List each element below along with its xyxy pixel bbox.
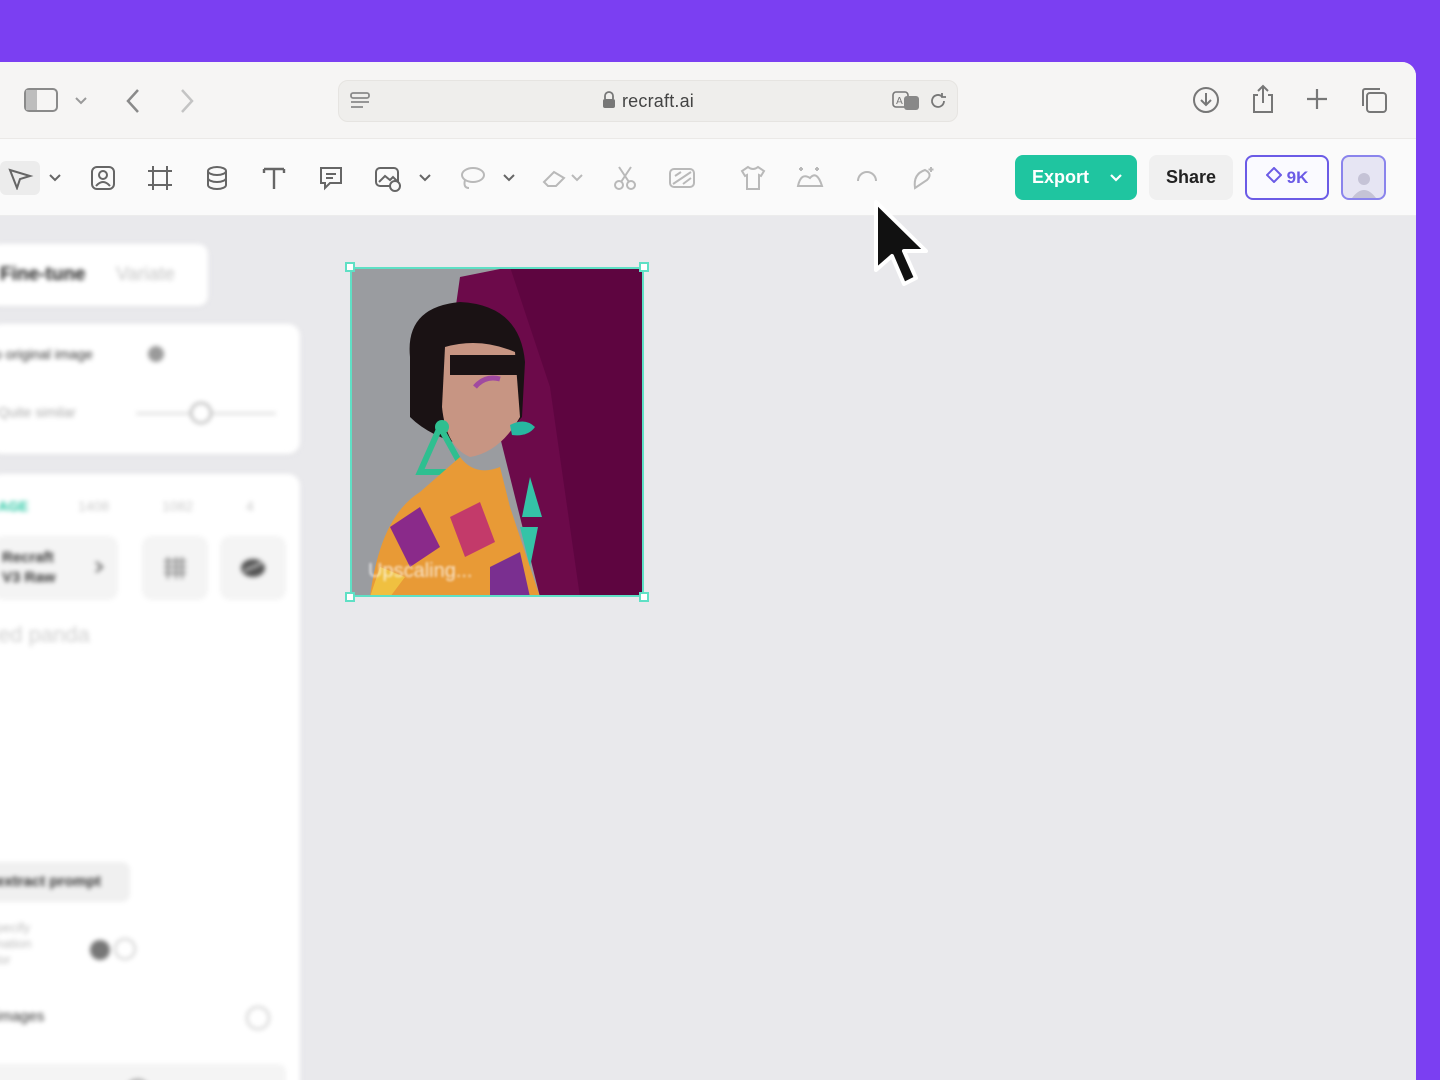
slider-handle[interactable] <box>190 402 212 424</box>
info-icon <box>148 346 164 362</box>
browser-bar: recraft.ai A <box>0 62 1416 139</box>
resize-handle-bl[interactable] <box>345 592 355 602</box>
portrait-image <box>352 269 642 595</box>
color-swatch-dark[interactable] <box>90 940 110 960</box>
upscaling-status: Upscaling... <box>368 560 473 582</box>
settings-card: AGE 1408 1082 4 Recraft V3 Raw ed panda … <box>0 474 300 1080</box>
credits-button[interactable]: 9K <box>1245 155 1329 200</box>
color-swatch-add[interactable] <box>114 938 136 960</box>
download-icon[interactable] <box>1190 84 1222 116</box>
chevron-down-icon[interactable] <box>568 161 586 195</box>
resize-handle-br[interactable] <box>639 592 649 602</box>
layers-tool-icon[interactable] <box>200 161 234 195</box>
image-generate-icon[interactable] <box>86 161 120 195</box>
reload-icon[interactable] <box>927 90 949 112</box>
comment-tool-icon[interactable] <box>314 161 348 195</box>
size-width: 1408 <box>78 498 110 514</box>
prompt-text[interactable]: ed panda <box>0 622 90 648</box>
style-thumb-1[interactable] <box>142 536 208 600</box>
chevron-right-icon <box>94 560 104 579</box>
share-button[interactable]: Share <box>1149 155 1233 200</box>
images-toggle[interactable] <box>246 1006 270 1030</box>
size-height: 1082 <box>162 498 194 514</box>
credits-label: 9K <box>1286 167 1309 187</box>
model-selector[interactable]: Recraft V3 Raw <box>0 536 118 600</box>
share-icon[interactable] <box>1247 82 1279 116</box>
translate-icon[interactable]: A <box>891 90 921 112</box>
chevron-down-icon <box>1109 169 1123 190</box>
mode-tabs: Fine-tune Variate <box>0 244 208 306</box>
export-button[interactable]: Export <box>1015 155 1137 200</box>
diamond-icon <box>1265 166 1283 188</box>
user-icon <box>1351 173 1376 198</box>
chevron-down-icon[interactable] <box>416 161 434 195</box>
expand-image-icon[interactable] <box>793 161 827 195</box>
style-blob-icon <box>241 559 265 577</box>
lock-icon <box>602 91 616 114</box>
chevron-down-icon[interactable] <box>46 161 64 195</box>
back-icon[interactable] <box>118 86 148 116</box>
new-tab-icon[interactable] <box>1302 84 1332 114</box>
url-text: recraft.ai <box>339 91 957 114</box>
app-toolbar: Export Share 9K <box>0 139 1416 216</box>
images-label: images <box>0 1008 45 1025</box>
loading-spinner-icon <box>850 161 884 195</box>
share-label: Share <box>1165 167 1217 187</box>
mouse-cursor-icon <box>870 198 932 293</box>
avatar[interactable] <box>1341 155 1386 200</box>
browser-window: recraft.ai A Export Share 9K Fine-tune V… <box>0 62 1416 1080</box>
similarity-label: Quite similar <box>0 404 76 420</box>
url-label: recraft.ai <box>621 91 695 111</box>
tab-variate[interactable]: Variate <box>116 264 175 286</box>
canvas-image-frame[interactable]: Upscaling... <box>350 267 644 597</box>
style-header: AGE <box>0 498 29 514</box>
image-count: 4 <box>246 498 254 514</box>
export-label: Export <box>1032 167 1090 187</box>
similarity-card: o original image Quite similar <box>0 324 300 454</box>
svg-text:A: A <box>896 96 903 107</box>
loading-spinner-icon <box>132 1079 143 1080</box>
tab-overview-icon[interactable] <box>1358 84 1390 116</box>
forward-icon[interactable] <box>172 86 202 116</box>
chevron-down-icon[interactable] <box>500 161 518 195</box>
magic-wand-icon[interactable] <box>906 161 940 195</box>
mockup-shirt-icon[interactable] <box>736 161 770 195</box>
original-image-label: o original image <box>0 346 93 362</box>
text-tool-icon[interactable] <box>257 161 291 195</box>
style-pattern-icon <box>164 557 186 579</box>
style-thumb-2[interactable] <box>220 536 286 600</box>
specify-color-label: pecify nation lor <box>0 920 32 967</box>
eraser-tool-icon[interactable] <box>538 161 572 195</box>
frame-tool-icon[interactable] <box>143 161 177 195</box>
generate-button[interactable] <box>0 1064 286 1080</box>
model-name: Recraft V3 Raw <box>2 549 56 586</box>
sidebar-toggle-icon[interactable] <box>22 86 60 114</box>
lasso-tool-icon[interactable] <box>455 161 489 195</box>
image-insert-icon[interactable] <box>371 161 405 195</box>
pattern-tool-icon[interactable] <box>665 161 699 195</box>
tab-fine-tune[interactable]: Fine-tune <box>0 264 86 286</box>
chevron-down-icon[interactable] <box>72 92 90 110</box>
resize-handle-tl[interactable] <box>345 262 355 272</box>
resize-handle-tr[interactable] <box>639 262 649 272</box>
extract-prompt-button[interactable]: extract prompt <box>0 862 130 902</box>
select-tool-icon[interactable] <box>0 161 40 195</box>
address-bar[interactable]: recraft.ai A <box>338 80 958 122</box>
scissors-icon[interactable] <box>608 161 642 195</box>
extract-prompt-label: extract prompt <box>0 873 102 890</box>
